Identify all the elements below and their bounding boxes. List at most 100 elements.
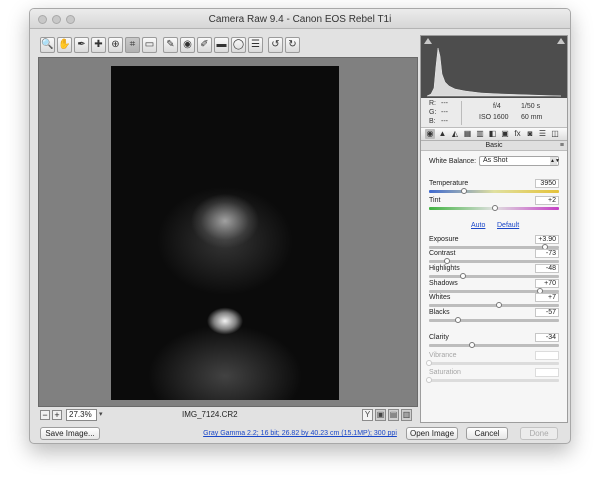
preferences-icon[interactable]: ☰ xyxy=(248,37,263,53)
panel-title-label: Basic xyxy=(485,142,503,149)
slider-label: Whites xyxy=(429,294,451,301)
hand-icon[interactable]: ✋ xyxy=(57,37,72,53)
shadow-clipping-icon[interactable] xyxy=(424,38,432,44)
white-balance-select[interactable]: As Shot ▲▼ xyxy=(479,156,560,166)
slider-value-field xyxy=(535,368,559,377)
slider-label: Temperature xyxy=(429,180,469,187)
targeted-adjustment-icon[interactable]: ⊕ xyxy=(108,37,123,53)
spot-removal-icon[interactable]: ✎ xyxy=(163,37,178,53)
tab-presets-icon[interactable]: ☰ xyxy=(538,129,548,139)
slider-track[interactable] xyxy=(429,302,559,308)
g-value: --- xyxy=(441,109,448,116)
white-balance-icon[interactable]: ✒ xyxy=(74,37,89,53)
histogram xyxy=(421,36,567,98)
file-name: IMG_7124.CR2 xyxy=(182,410,238,419)
adjustment-brush-icon[interactable]: ✐ xyxy=(197,37,212,53)
b-value: --- xyxy=(441,118,448,125)
zoom-out-button[interactable]: − xyxy=(40,410,50,420)
before-after-settings-button[interactable]: ▥ xyxy=(401,409,412,421)
g-label: G: xyxy=(429,109,437,116)
adjustments-panel: R: --- G: --- B: --- f/4 1/50 s ISO 1600… xyxy=(420,35,568,423)
tab-camera-calibration-icon[interactable]: ◙ xyxy=(525,129,535,139)
done-button[interactable]: Done xyxy=(520,427,558,440)
slider-label: Shadows xyxy=(429,280,458,287)
slider-value-field[interactable]: +7 xyxy=(535,293,559,302)
slider-value-field[interactable]: -48 xyxy=(535,264,559,273)
b-label: B: xyxy=(429,118,436,125)
straighten-icon[interactable]: ▭ xyxy=(142,37,157,53)
zoom-in-button[interactable]: + xyxy=(52,410,62,420)
chevron-down-icon: ▲▼ xyxy=(550,157,560,165)
photo-preview xyxy=(111,66,339,400)
highlight-clipping-icon[interactable] xyxy=(557,38,565,44)
readout-divider xyxy=(461,101,462,125)
slider-value-field[interactable]: +70 xyxy=(535,279,559,288)
slider-value-field[interactable]: -57 xyxy=(535,308,559,317)
slider-track[interactable] xyxy=(429,188,559,194)
crop-icon[interactable]: ⌗ xyxy=(125,37,140,53)
slider-label: Clarity xyxy=(429,334,449,341)
slider-value-field[interactable]: 3950 xyxy=(535,179,559,188)
panel-title: Basic ≡ xyxy=(421,141,567,151)
slider-label: Exposure xyxy=(429,236,459,243)
slider-track xyxy=(426,377,559,383)
color-sampler-icon[interactable]: ✚ xyxy=(91,37,106,53)
slider-thumb xyxy=(426,377,432,383)
slider-thumb[interactable] xyxy=(496,302,503,308)
slider-track[interactable] xyxy=(429,317,559,323)
white-balance-label: White Balance: xyxy=(429,158,477,165)
tab-basic-icon[interactable]: ◉ xyxy=(425,129,435,139)
red-eye-icon[interactable]: ◉ xyxy=(180,37,195,53)
before-after-side-button[interactable]: ▣ xyxy=(375,409,386,421)
default-link[interactable]: Default xyxy=(497,222,519,229)
tab-fx-icon[interactable]: fx xyxy=(513,129,523,139)
slider-thumb[interactable] xyxy=(492,205,499,211)
rotate-left-icon[interactable]: ↺ xyxy=(268,37,283,53)
tab-effects-icon[interactable]: ▣ xyxy=(500,129,510,139)
title-bar: Camera Raw 9.4 - Canon EOS Rebel T1i xyxy=(30,9,570,29)
tab-detail-icon[interactable]: ◭ xyxy=(450,129,460,139)
slider-thumb xyxy=(426,360,432,366)
slider-label: Vibrance xyxy=(429,352,457,359)
tab-tone-curve-icon[interactable]: ▲ xyxy=(438,129,448,139)
zoom-dropdown-icon[interactable]: ▾ xyxy=(99,410,103,418)
r-value: --- xyxy=(441,100,448,107)
camera-readout: R: --- G: --- B: --- f/4 1/50 s ISO 1600… xyxy=(421,98,567,128)
tab-snapshots-icon[interactable]: ◫ xyxy=(550,129,560,139)
slider-label: Contrast xyxy=(429,250,456,257)
tab-hsl-icon[interactable]: ▦ xyxy=(463,129,473,139)
slider-thumb[interactable] xyxy=(459,273,466,279)
panel-menu-icon[interactable]: ≡ xyxy=(560,141,564,151)
slider-value-field[interactable]: +3.90 xyxy=(535,235,559,244)
slider-track[interactable] xyxy=(429,258,559,264)
slider-thumb[interactable] xyxy=(454,317,461,323)
slider-thumb[interactable] xyxy=(444,258,451,264)
graduated-filter-icon[interactable]: ▬ xyxy=(214,37,229,53)
radial-filter-icon[interactable]: ◯ xyxy=(231,37,246,53)
image-preview[interactable] xyxy=(38,57,418,407)
panel-tabs: ◉ ▲ ◭ ▦ ▥ ◧ ▣ fx ◙ ☰ ◫ xyxy=(421,128,567,141)
slider-track[interactable] xyxy=(429,205,559,211)
slider-value-field[interactable]: -34 xyxy=(535,333,559,342)
auto-link[interactable]: Auto xyxy=(471,222,485,229)
slider-value-field[interactable]: +2 xyxy=(535,196,559,205)
rotate-right-icon[interactable]: ↻ xyxy=(285,37,300,53)
zoom-level-field[interactable]: 27.3% xyxy=(66,409,97,421)
r-label: R: xyxy=(429,100,436,107)
before-after-y-button[interactable]: Y xyxy=(362,409,373,421)
before-after-split-button[interactable]: ▤ xyxy=(388,409,399,421)
slider-track[interactable] xyxy=(429,342,559,348)
open-image-button[interactable]: Open Image xyxy=(406,427,458,440)
white-balance-value: As Shot xyxy=(483,157,508,164)
zoom-icon[interactable]: 🔍 xyxy=(40,37,55,53)
tab-split-toning-icon[interactable]: ▥ xyxy=(475,129,485,139)
slider-track[interactable] xyxy=(429,273,559,279)
slider-thumb[interactable] xyxy=(461,188,468,194)
tab-lens-icon[interactable]: ◧ xyxy=(488,129,498,139)
slider-label: Saturation xyxy=(429,369,461,376)
slider-value-field[interactable]: -73 xyxy=(535,249,559,258)
slider-track xyxy=(426,360,559,366)
slider-label: Blacks xyxy=(429,309,450,316)
slider-thumb[interactable] xyxy=(468,342,475,348)
cancel-button[interactable]: Cancel xyxy=(466,427,508,440)
